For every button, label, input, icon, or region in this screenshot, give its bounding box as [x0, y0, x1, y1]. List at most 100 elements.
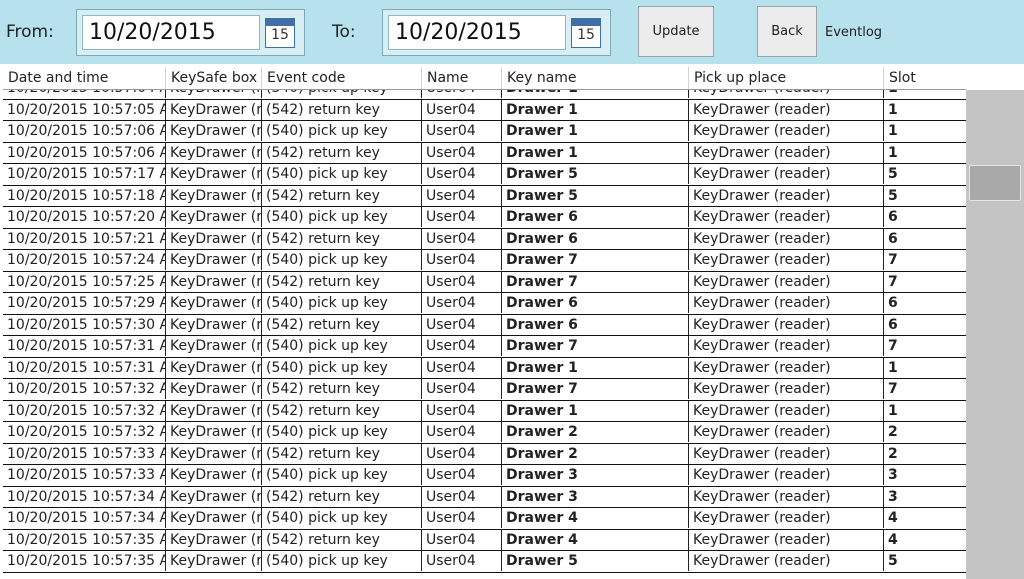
cell-keysafe-box: KeyDrawer (reader)	[165, 142, 261, 163]
cell-key-name: Drawer 6	[501, 314, 688, 335]
from-date-picker[interactable]: 10/20/2015 15	[76, 9, 305, 56]
cell-pick-up-place: KeyDrawer (reader)	[688, 250, 883, 270]
cell-key-name: Drawer 1	[501, 142, 688, 163]
from-date-input[interactable]: 10/20/2015	[82, 15, 260, 50]
table-row[interactable]: 10/20/2015 10:57:31 AMKeyDrawer (reader)…	[3, 357, 966, 379]
table-row[interactable]: 10/20/2015 10:57:05 AMKeyDrawer (reader)…	[3, 99, 966, 121]
to-date-picker[interactable]: 10/20/2015 15	[382, 9, 611, 56]
cell-pick-up-place: KeyDrawer (reader)	[688, 486, 883, 507]
cell-event-code: (540) pick up key	[261, 336, 421, 356]
cell-pick-up-place: KeyDrawer (reader)	[688, 164, 883, 184]
table-row[interactable]: 10/20/2015 10:57:33 AMKeyDrawer (reader)…	[3, 443, 966, 465]
table-row[interactable]: 10/20/2015 10:57:32 AMKeyDrawer (reader)…	[3, 400, 966, 422]
cell-slot: 3	[883, 465, 966, 485]
cell-event-code: (542) return key	[261, 314, 421, 335]
cell-event-code: (542) return key	[261, 142, 421, 163]
cell-event-code: (540) pick up key	[261, 357, 421, 378]
cell-event-code: (542) return key	[261, 529, 421, 550]
cell-event-code: (540) pick up key	[261, 293, 421, 313]
cell-key-name: Drawer 4	[501, 508, 688, 528]
cell-pick-up-place: KeyDrawer (reader)	[688, 529, 883, 550]
cell-event-code: (542) return key	[261, 185, 421, 206]
table-row[interactable]: 10/20/2015 10:57:25 AMKeyDrawer (reader)…	[3, 271, 966, 293]
cell-name: User04	[421, 185, 501, 206]
column-header-slot[interactable]: Slot	[883, 67, 966, 90]
column-header-key-name[interactable]: Key name	[501, 67, 688, 90]
cell-name: User04	[421, 379, 501, 399]
cell-event-code: (542) return key	[261, 271, 421, 292]
cell-date-time: 10/20/2015 10:57:35 AM	[7, 531, 165, 548]
table-row[interactable]: 10/20/2015 10:57:32 AM KeyDrawer (reader)…	[3, 379, 966, 401]
update-button[interactable]: Update	[638, 6, 714, 57]
cell-date-time: 10/20/2015 10:57:31 AM	[7, 359, 165, 376]
column-header-pick-up-place[interactable]: Pick up place	[688, 67, 883, 90]
column-header-event-code[interactable]: Event code	[261, 67, 421, 90]
cell-name: User04	[421, 551, 501, 571]
calendar-icon[interactable]: 15	[571, 18, 601, 48]
table-row[interactable]: 10/20/2015 10:57:34 AMKeyDrawer (reader)…	[3, 486, 966, 508]
cell-key-name: Drawer 6	[501, 207, 688, 227]
cell-slot: 5	[883, 551, 966, 571]
to-date-input[interactable]: 10/20/2015	[388, 15, 566, 50]
cell-name: User04	[421, 142, 501, 163]
cell-name: User04	[421, 443, 501, 464]
table-row[interactable]: 10/20/2015 10:57:29 AMKeyDrawer (reader)…	[3, 293, 966, 315]
cell-date-time: 10/20/2015 10:57:06 AM	[7, 123, 165, 139]
cell-keysafe-box: KeyDrawer (reader)	[165, 293, 261, 313]
column-header-keysafe-box[interactable]: KeySafe box	[165, 67, 261, 90]
cell-pick-up-place: KeyDrawer (reader)	[688, 293, 883, 313]
table-row[interactable]: 10/20/2015 10:57:06 AMKeyDrawer (reader)…	[3, 142, 966, 164]
to-label: To:	[332, 22, 356, 42]
table-row[interactable]: 10/20/2015 10:57:24 AMKeyDrawer (reader)…	[3, 250, 966, 272]
table-row[interactable]: 10/20/2015 10:57:34 AMKeyDrawer (reader)…	[3, 508, 966, 530]
table-row[interactable]: 10/20/2015 10:57:35 AM KeyDrawer (reader)…	[3, 529, 966, 551]
cell-slot: 1	[883, 142, 966, 163]
cell-keysafe-box: KeyDrawer (reader)	[165, 357, 261, 378]
cell-event-code: (542) return key	[261, 400, 421, 421]
table-row[interactable]: 10/20/2015 10:57:18 AMKeyDrawer (reader)…	[3, 185, 966, 207]
cell-key-name: Drawer 7	[501, 271, 688, 292]
cell-date-time: 10/20/2015 10:57:34 AM	[7, 510, 165, 526]
cell-slot: 7	[883, 336, 966, 356]
cell-date-time: 10/20/2015 10:57:24 AM	[7, 252, 165, 268]
cell-date-time: 10/20/2015 10:57:31 AM	[7, 338, 165, 354]
cell-name: User04	[421, 529, 501, 550]
cell-event-code: (540) pick up key	[261, 465, 421, 485]
cell-date-time: 10/20/2015 10:57:18 AM	[7, 187, 165, 204]
cell-date-time: 10/20/2015 10:57:17 AM	[7, 166, 165, 182]
column-header-name[interactable]: Name	[421, 67, 501, 90]
cell-keysafe-box: KeyDrawer (reader)	[165, 250, 261, 270]
cell-pick-up-place: KeyDrawer (reader)	[688, 422, 883, 442]
cell-key-name: Drawer 6	[501, 293, 688, 313]
table-row[interactable]: 10/20/2015 10:57:35 AMKeyDrawer (reader)…	[3, 551, 966, 573]
vertical-scrollbar[interactable]	[966, 90, 1024, 579]
cell-pick-up-place: KeyDrawer (reader)	[688, 400, 883, 421]
table-row[interactable]: 10/20/2015 10:57:33 AMKeyDrawer (reader)…	[3, 465, 966, 487]
event-rows: 10/20/2015 10:57:04 AMKeyDrawer (reader)…	[3, 78, 966, 573]
cell-event-code: (540) pick up key	[261, 164, 421, 184]
cell-key-name: Drawer 4	[501, 529, 688, 550]
eventlog-title: Eventlog	[825, 25, 883, 40]
calendar-icon[interactable]: 15	[265, 18, 295, 48]
table-row[interactable]: 10/20/2015 10:57:17 AM KeyDrawer (reader)…	[3, 164, 966, 186]
cell-event-code: (540) pick up key	[261, 422, 421, 442]
scrollbar-thumb[interactable]	[969, 165, 1021, 201]
table-row[interactable]: 10/20/2015 10:57:06 AMKeyDrawer (reader)…	[3, 121, 966, 143]
cell-pick-up-place: KeyDrawer (reader)	[688, 228, 883, 249]
cell-keysafe-box: KeyDrawer (reader)	[165, 121, 261, 141]
table-row[interactable]: 10/20/2015 10:57:30 AMKeyDrawer (reader)…	[3, 314, 966, 336]
table-row[interactable]: 10/20/2015 10:57:21 AM KeyDrawer (reader)…	[3, 228, 966, 250]
column-header-date[interactable]: Date and time	[3, 67, 165, 90]
cell-event-code: (542) return key	[261, 443, 421, 464]
table-row[interactable]: 10/20/2015 10:57:20 AMKeyDrawer (reader)…	[3, 207, 966, 229]
cell-pick-up-place: KeyDrawer (reader)	[688, 379, 883, 399]
cell-key-name: Drawer 2	[501, 422, 688, 442]
table-row[interactable]: 10/20/2015 10:57:32 AMKeyDrawer (reader)…	[3, 422, 966, 444]
cell-date-time: 10/20/2015 10:57:32 AM	[7, 381, 165, 397]
cell-date-time: 10/20/2015 10:57:21 AM	[7, 230, 165, 247]
table-row[interactable]: 10/20/2015 10:57:31 AMKeyDrawer (reader)…	[3, 336, 966, 358]
cell-name: User04	[421, 336, 501, 356]
cell-pick-up-place: KeyDrawer (reader)	[688, 465, 883, 485]
cell-key-name: Drawer 1	[501, 121, 688, 141]
back-button[interactable]: Back	[757, 6, 817, 57]
